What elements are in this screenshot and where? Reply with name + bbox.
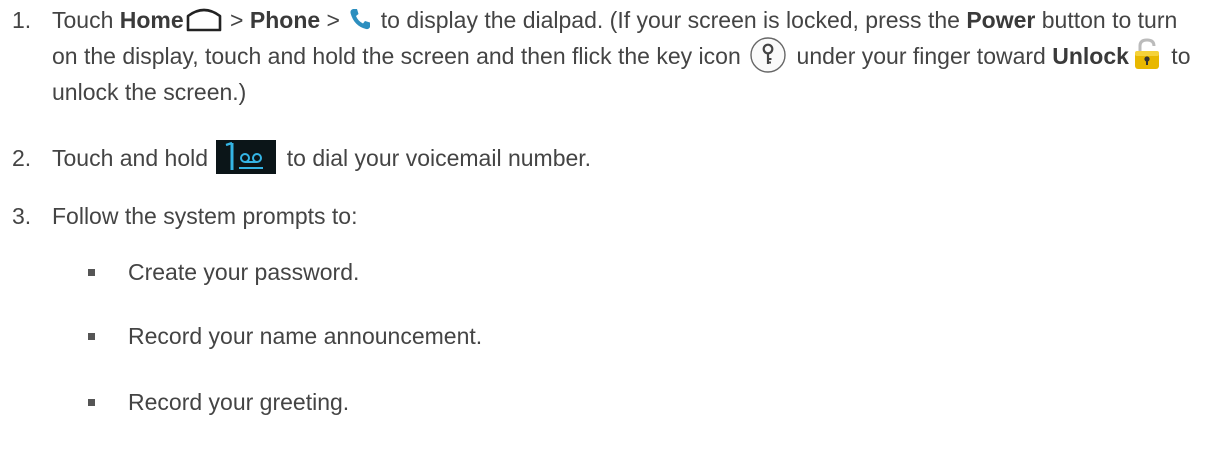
step-text: Follow the system prompts to: <box>52 203 358 229</box>
home-label: Home <box>119 7 184 33</box>
list-item: Record your greeting. <box>88 384 349 420</box>
power-label: Power <box>966 7 1036 33</box>
unlock-icon <box>1132 37 1162 71</box>
step-text: Touch Home > Phone > to display the dial… <box>52 6 1191 105</box>
document-page: 1. Touch Home > Phone > to display the d… <box>0 0 1215 468</box>
list-item: Record your name announcement. <box>88 318 482 354</box>
phone-icon <box>348 7 372 31</box>
phone-label: Phone <box>249 7 321 33</box>
square-bullet-icon <box>88 269 95 276</box>
key-icon <box>749 36 787 74</box>
list-item: Create your password. <box>88 254 359 290</box>
step-1: 1. Touch Home > Phone > to display the d… <box>12 2 1205 110</box>
square-bullet-icon <box>88 399 95 406</box>
voicemail-key-icon <box>216 139 277 174</box>
square-bullet-icon <box>88 333 95 340</box>
step-3: 3. Follow the system prompts to: <box>12 198 1205 234</box>
step-number: 2. <box>12 145 32 171</box>
step-number: 3. <box>12 203 32 229</box>
step-text: Touch and hold to dial your voicemail nu… <box>52 139 1205 176</box>
step-number: 1. <box>12 7 32 33</box>
unlock-label: Unlock <box>1052 43 1129 69</box>
step-2: 2. Touch and hold to dial your voicemail… <box>12 139 1205 176</box>
home-icon <box>186 6 222 32</box>
